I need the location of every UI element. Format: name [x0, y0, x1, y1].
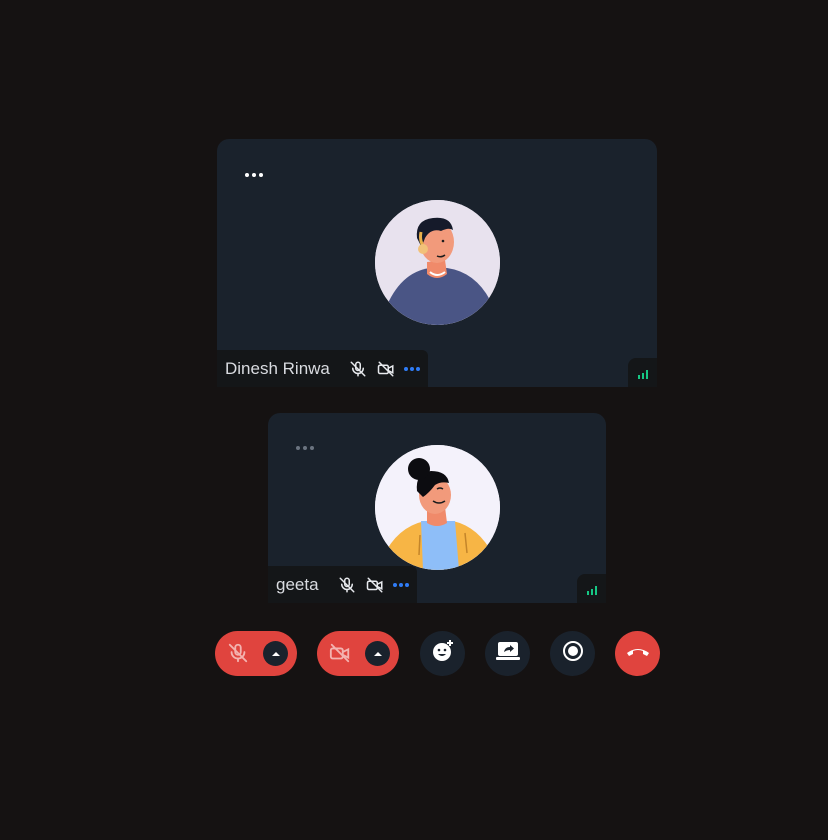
network-signal-icon: [577, 574, 606, 603]
tile-options-icon[interactable]: [296, 446, 314, 450]
more-horizontal-icon[interactable]: [403, 366, 420, 371]
camera-toggle-button[interactable]: [317, 631, 399, 676]
record-icon: [562, 640, 584, 667]
emoji-add-icon: [431, 639, 455, 668]
mic-toggle-button[interactable]: [215, 631, 297, 676]
participant-avatar: [375, 445, 500, 570]
screen-share-icon: [495, 640, 521, 667]
participant-name: geeta: [276, 574, 319, 594]
tile-options-icon[interactable]: [245, 173, 263, 177]
more-horizontal-icon[interactable]: [392, 582, 409, 587]
participant-tile-geeta[interactable]: geeta: [268, 413, 606, 603]
participant-tile-dinesh[interactable]: Dinesh Rinwa: [217, 139, 657, 387]
mic-off-icon: [227, 642, 249, 664]
mic-off-icon: [337, 575, 357, 595]
screen-share-button[interactable]: [485, 631, 530, 676]
video-off-icon: [365, 575, 385, 595]
camera-options-chevron-up-icon[interactable]: [365, 641, 390, 666]
network-signal-icon: [628, 358, 657, 387]
record-button[interactable]: [550, 631, 595, 676]
mic-options-chevron-up-icon[interactable]: [263, 641, 288, 666]
participant-name-bar: geeta: [268, 566, 417, 603]
participant-name-bar: Dinesh Rinwa: [217, 350, 428, 387]
video-off-icon: [329, 642, 351, 664]
reactions-button[interactable]: [420, 631, 465, 676]
participant-name: Dinesh Rinwa: [225, 358, 330, 378]
video-off-icon: [376, 359, 396, 379]
mic-off-icon: [348, 359, 368, 379]
leave-call-button[interactable]: [615, 631, 660, 676]
participant-avatar: [375, 200, 500, 325]
call-controls-bar: [0, 631, 828, 676]
end-call-icon: [625, 645, 651, 663]
